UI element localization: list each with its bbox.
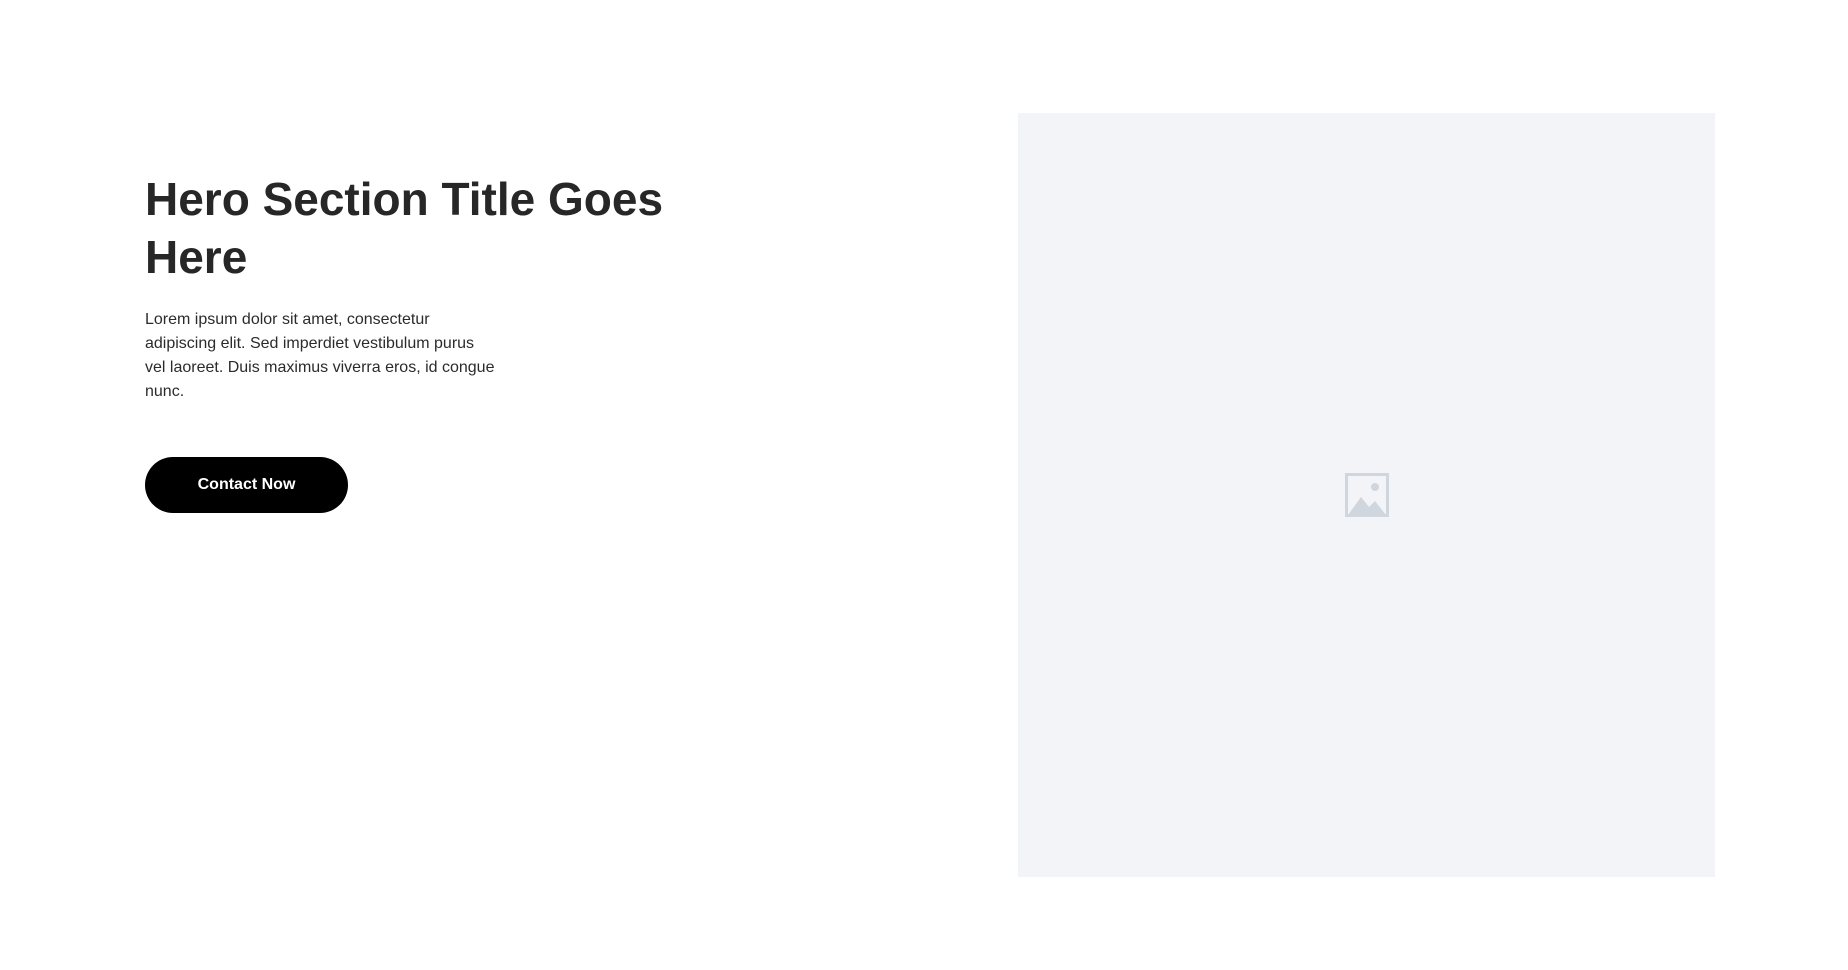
hero-content: Hero Section Title Goes Here Lorem ipsum… bbox=[145, 170, 705, 513]
hero-image-placeholder bbox=[1018, 113, 1715, 877]
hero-description: Lorem ipsum dolor sit amet, consectetur … bbox=[145, 311, 495, 400]
image-placeholder-icon bbox=[1344, 473, 1389, 517]
contact-now-button[interactable]: Contact Now bbox=[145, 457, 348, 513]
hero-section: Hero Section Title Goes Here Lorem ipsum… bbox=[0, 0, 1848, 970]
hero-title: Hero Section Title Goes Here bbox=[145, 173, 664, 283]
